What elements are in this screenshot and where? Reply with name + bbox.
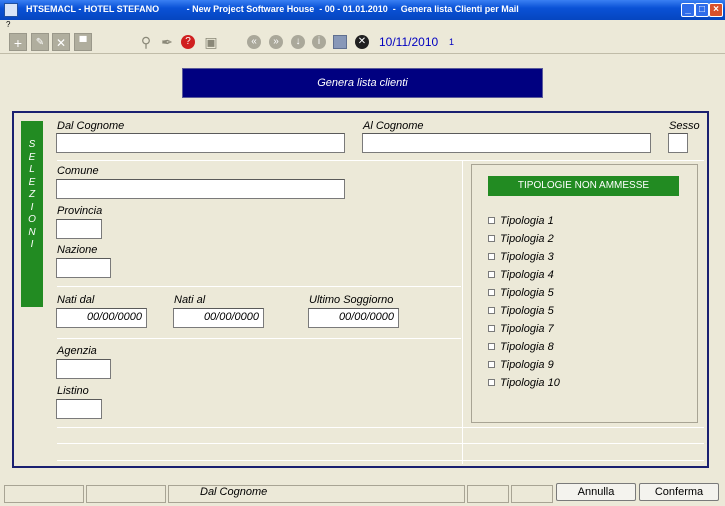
- tipologia-item[interactable]: Tipologia 2: [488, 233, 554, 245]
- listino-label: Listino: [57, 385, 89, 397]
- down-icon[interactable]: ↓: [291, 35, 305, 49]
- tipologia-item[interactable]: Tipologia 5: [488, 287, 554, 299]
- checkbox[interactable]: [488, 235, 495, 242]
- title-bar: HTSEMACL - HOTEL STEFANO - New Project S…: [0, 0, 725, 20]
- checkbox[interactable]: [488, 325, 495, 332]
- divider: [57, 443, 704, 444]
- tipologia-item[interactable]: Tipologia 5: [488, 305, 554, 317]
- status-cell: [86, 485, 166, 503]
- disk-icon[interactable]: ▣: [202, 33, 220, 51]
- checkbox[interactable]: [488, 289, 495, 296]
- toolbar: + ✎ ✕ ▀ ⚲ ✒ ? ▣ « » ↓ i ✕ 10/11/2010 1: [0, 30, 725, 54]
- provincia-label: Provincia: [57, 205, 103, 217]
- sesso-label: Sesso: [669, 120, 700, 132]
- app-icon: [4, 3, 18, 17]
- agenzia-field[interactable]: [56, 359, 111, 379]
- nati-al-field[interactable]: 00/00/0000: [173, 308, 264, 328]
- status-cell: [511, 485, 553, 503]
- status-field-name: Dal Cognome: [200, 486, 268, 498]
- checkbox[interactable]: [488, 379, 495, 386]
- checkbox[interactable]: [488, 271, 495, 278]
- close-window-button[interactable]: ×: [709, 3, 723, 17]
- side-tab-selezioni[interactable]: SELEZIONI: [21, 121, 43, 307]
- agenzia-label: Agenzia: [57, 345, 97, 357]
- calculator-icon[interactable]: [333, 35, 347, 49]
- page-title: Genera lista clienti: [182, 68, 543, 98]
- tipologia-item[interactable]: Tipologia 9: [488, 359, 554, 371]
- tipologia-item[interactable]: Tipologia 7: [488, 323, 554, 335]
- comune-field[interactable]: [56, 179, 345, 199]
- ultimo-soggiorno-field[interactable]: 00/00/0000: [308, 308, 399, 328]
- checkbox[interactable]: [488, 253, 495, 260]
- dal-cognome-label: Dal Cognome: [57, 120, 125, 132]
- tipologia-item[interactable]: Tipologia 1: [488, 215, 554, 227]
- annulla-button[interactable]: Annulla: [556, 483, 636, 501]
- status-cell: [4, 485, 84, 503]
- tipologia-item[interactable]: Tipologia 10: [488, 377, 560, 389]
- divider: [57, 460, 704, 461]
- nati-dal-field[interactable]: 00/00/0000: [56, 308, 147, 328]
- info-icon[interactable]: i: [312, 35, 326, 49]
- nati-dal-label: Nati dal: [57, 294, 95, 306]
- nati-al-label: Nati al: [174, 294, 206, 306]
- sesso-field[interactable]: [668, 133, 688, 153]
- first-record-icon[interactable]: «: [247, 35, 261, 49]
- divider: [57, 338, 461, 339]
- tipologia-item[interactable]: Tipologia 4: [488, 269, 554, 281]
- dal-cognome-field[interactable]: [56, 133, 345, 153]
- conferma-button[interactable]: Conferma: [639, 483, 719, 501]
- exit-icon[interactable]: ✕: [355, 35, 369, 49]
- menu-bar: ?: [0, 20, 725, 30]
- help-icon[interactable]: ?: [181, 35, 195, 49]
- checkbox[interactable]: [488, 217, 495, 224]
- side-tab-label: SELEZIONI: [28, 139, 36, 250]
- tipologie-header: TIPOLOGIE NON AMMESSE: [488, 176, 679, 196]
- checkbox[interactable]: [488, 343, 495, 350]
- tipologia-item[interactable]: Tipologia 3: [488, 251, 554, 263]
- divider: [462, 160, 463, 464]
- listino-field[interactable]: [56, 399, 102, 419]
- divider: [57, 160, 704, 161]
- menu-help[interactable]: ?: [6, 20, 10, 29]
- toolbar-count: 1: [449, 37, 455, 47]
- window-title: HTSEMACL - HOTEL STEFANO - New Project S…: [26, 4, 519, 14]
- toolbar-date: 10/11/2010: [379, 35, 439, 49]
- checkbox[interactable]: [488, 307, 495, 314]
- tipologia-item[interactable]: Tipologia 8: [488, 341, 554, 353]
- al-cognome-field[interactable]: [362, 133, 651, 153]
- pen-icon[interactable]: ✒: [158, 33, 176, 51]
- edit-icon[interactable]: ✎: [31, 33, 49, 51]
- al-cognome-label: Al Cognome: [363, 120, 424, 132]
- next-record-icon[interactable]: »: [269, 35, 283, 49]
- maximize-button[interactable]: □: [695, 3, 709, 17]
- status-cell: [467, 485, 509, 503]
- save-icon[interactable]: ▀: [74, 33, 92, 51]
- provincia-field[interactable]: [56, 219, 102, 239]
- ultimo-soggiorno-label: Ultimo Soggiorno: [309, 294, 394, 306]
- divider: [57, 427, 704, 428]
- nazione-label: Nazione: [57, 244, 98, 256]
- delete-icon[interactable]: ✕: [52, 33, 70, 51]
- search-icon[interactable]: ⚲: [137, 33, 155, 51]
- comune-label: Comune: [57, 165, 99, 177]
- add-icon[interactable]: +: [9, 33, 27, 51]
- divider: [57, 286, 461, 287]
- minimize-button[interactable]: _: [681, 3, 695, 17]
- checkbox[interactable]: [488, 361, 495, 368]
- nazione-field[interactable]: [56, 258, 111, 278]
